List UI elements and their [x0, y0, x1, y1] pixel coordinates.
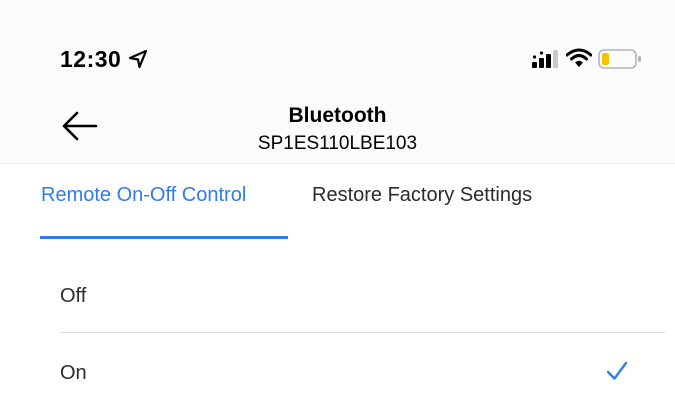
location-arrow-icon — [128, 49, 148, 69]
status-time: 12:30 — [60, 46, 122, 72]
tab-bar: Remote On-Off Control Restore Factory Se… — [0, 164, 675, 240]
screen: 12:30 Bluetooth SP1ES110LBE103 Remote On… — [0, 0, 675, 406]
checkmark-icon — [606, 361, 628, 380]
tab-remote-on-off-control[interactable]: Remote On-Off Control — [41, 184, 246, 207]
active-tab-indicator — [40, 236, 288, 239]
header: Bluetooth SP1ES110LBE103 — [0, 88, 675, 164]
option-off[interactable]: Off — [60, 258, 665, 333]
option-off-label: Off — [60, 285, 87, 307]
cellular-signal-icon — [532, 50, 558, 68]
device-id: SP1ES110LBE103 — [257, 133, 418, 154]
battery-low-icon — [598, 49, 641, 69]
wifi-icon — [566, 48, 592, 67]
page-title: Bluetooth — [288, 104, 387, 127]
tab-restore-factory-settings[interactable]: Restore Factory Settings — [312, 184, 532, 207]
status-bar: 12:30 — [0, 0, 675, 88]
option-on-label: On — [60, 362, 87, 384]
option-on[interactable]: On — [60, 333, 665, 406]
